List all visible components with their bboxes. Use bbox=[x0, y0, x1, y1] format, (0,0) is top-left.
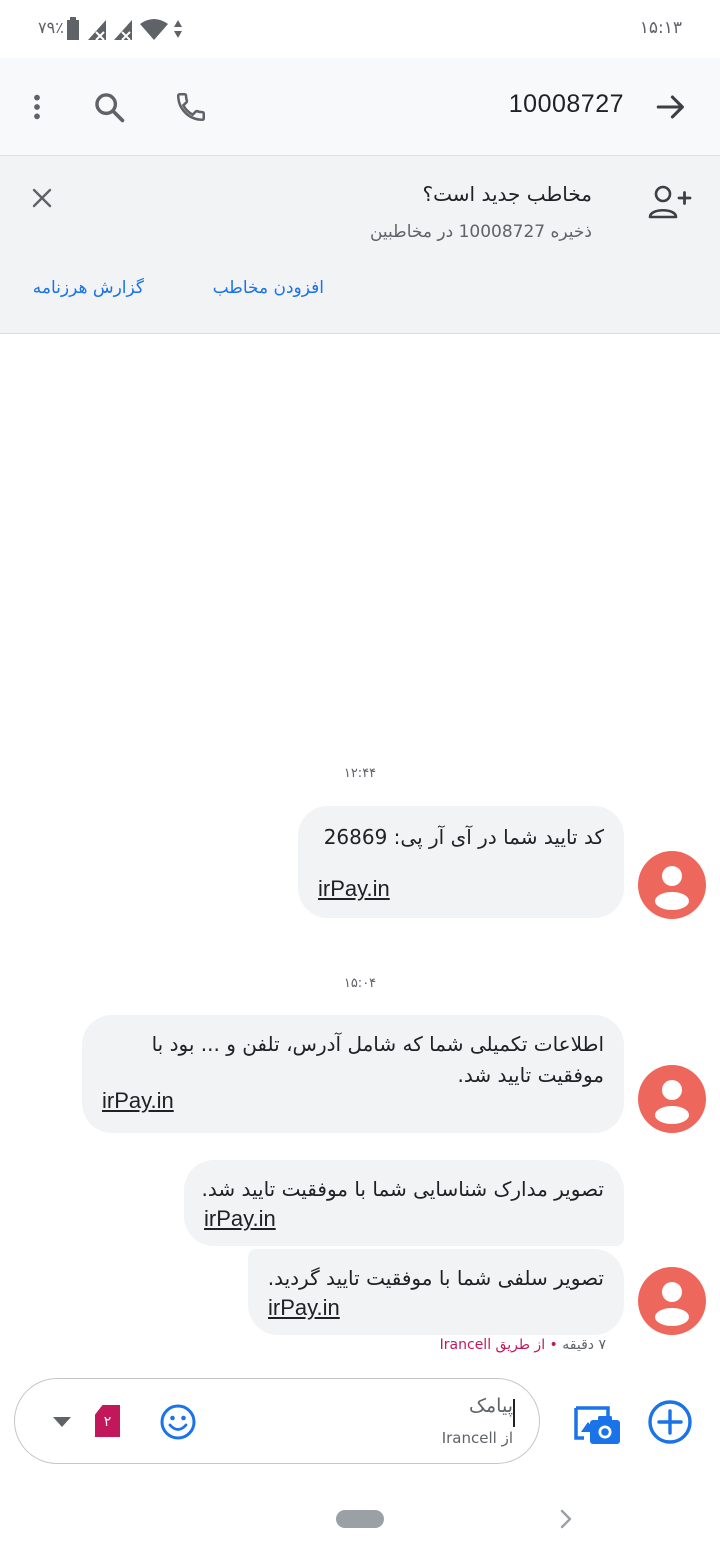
message-link[interactable]: irPay.in bbox=[318, 874, 604, 904]
message-link[interactable]: irPay.in bbox=[268, 1293, 604, 1323]
message-text: اطلاعات تکمیلی شما که شامل آدرس، تلفن و … bbox=[151, 1032, 604, 1056]
battery-percent: ۷۹٪ bbox=[38, 18, 64, 37]
message-link[interactable]: irPay.in bbox=[204, 1204, 604, 1234]
add-circle-icon[interactable] bbox=[646, 1398, 694, 1446]
emoji-icon[interactable] bbox=[159, 1403, 197, 1441]
banner-title: مخاطب جدید است؟ bbox=[422, 182, 592, 206]
clock: ۱۵:۱۳ bbox=[639, 18, 682, 38]
composer-sim-label: از Irancell bbox=[441, 1429, 513, 1447]
message-text: تصویر مدارک شناسایی شما با موفقیت تایید … bbox=[201, 1177, 605, 1201]
new-contact-banner: مخاطب جدید است؟ ذخیره 10008727 در مخاطبی… bbox=[0, 156, 720, 334]
add-person-icon bbox=[648, 185, 692, 219]
app-bar: 10008727 bbox=[0, 58, 720, 156]
sim-card-icon[interactable]: ۲ bbox=[95, 1405, 120, 1437]
person-icon bbox=[655, 1080, 689, 1124]
text-cursor bbox=[513, 1399, 515, 1427]
status-icons bbox=[67, 17, 182, 41]
call-button[interactable] bbox=[166, 82, 216, 132]
sender-avatar[interactable] bbox=[638, 1065, 706, 1133]
message-bubble[interactable]: تصویر سلفی شما با موفقیت تایید گردید. ir… bbox=[248, 1249, 624, 1335]
phone-icon bbox=[176, 92, 206, 122]
chevron-right-icon[interactable] bbox=[556, 1508, 576, 1530]
close-banner-button[interactable] bbox=[24, 180, 60, 216]
more-options-button[interactable] bbox=[12, 82, 62, 132]
message-timestamp: ۱۲:۴۴ bbox=[343, 766, 377, 781]
status-bar: ۷۹٪ ۱۵:۱۳ bbox=[0, 0, 720, 58]
banner-subtitle: ذخیره 10008727 در مخاطبین bbox=[369, 222, 592, 242]
add-contact-link[interactable]: افزودن مخاطب bbox=[213, 278, 324, 298]
person-icon bbox=[655, 1282, 689, 1326]
person-icon bbox=[655, 866, 689, 910]
message-bubble[interactable]: کد تایید شما در آی آر پی: 26869 irPay.in bbox=[298, 806, 624, 918]
message-bubble[interactable]: اطلاعات تکمیلی شما که شامل آدرس، تلفن و … bbox=[82, 1015, 624, 1133]
message-bubble[interactable]: تصویر مدارک شناسایی شما با موفقیت تایید … bbox=[184, 1160, 624, 1246]
message-meta: ۷ دقیقه • از طریق Irancell bbox=[440, 1337, 606, 1353]
message-text: کد تایید شما در آی آر پی: 26869 bbox=[323, 825, 604, 849]
no-signal-sim2-icon bbox=[114, 20, 132, 41]
message-input[interactable]: پیامک bbox=[469, 1395, 513, 1417]
more-vert-icon bbox=[34, 94, 40, 120]
data-arrows-icon bbox=[174, 20, 182, 38]
meta-separator: • bbox=[549, 1337, 558, 1353]
search-button[interactable] bbox=[84, 82, 134, 132]
search-icon bbox=[95, 93, 125, 123]
back-button[interactable] bbox=[646, 82, 696, 132]
message-time-ago: ۷ دقیقه bbox=[562, 1337, 606, 1353]
home-gesture-pill[interactable] bbox=[336, 1510, 384, 1528]
wifi-icon bbox=[140, 19, 168, 40]
close-icon bbox=[32, 188, 52, 208]
sender-avatar[interactable] bbox=[638, 851, 706, 919]
no-signal-sim1-icon bbox=[88, 20, 106, 41]
report-spam-link[interactable]: گزارش هرزنامه bbox=[33, 278, 144, 298]
back-arrow-icon bbox=[656, 95, 684, 119]
message-timestamp: ۱۵:۰۴ bbox=[343, 976, 377, 991]
message-text: تصویر سلفی شما با موفقیت تایید گردید. bbox=[267, 1266, 604, 1290]
dropdown-icon[interactable] bbox=[51, 1411, 73, 1431]
message-composer[interactable]: ۲ پیامک از Irancell bbox=[14, 1378, 540, 1464]
battery-icon bbox=[67, 17, 79, 40]
sender-avatar[interactable] bbox=[638, 1267, 706, 1335]
gallery-camera-icon[interactable] bbox=[570, 1398, 622, 1450]
conversation-title: 10008727 bbox=[508, 90, 624, 118]
sim-carrier: از طریق Irancell bbox=[439, 1337, 546, 1353]
